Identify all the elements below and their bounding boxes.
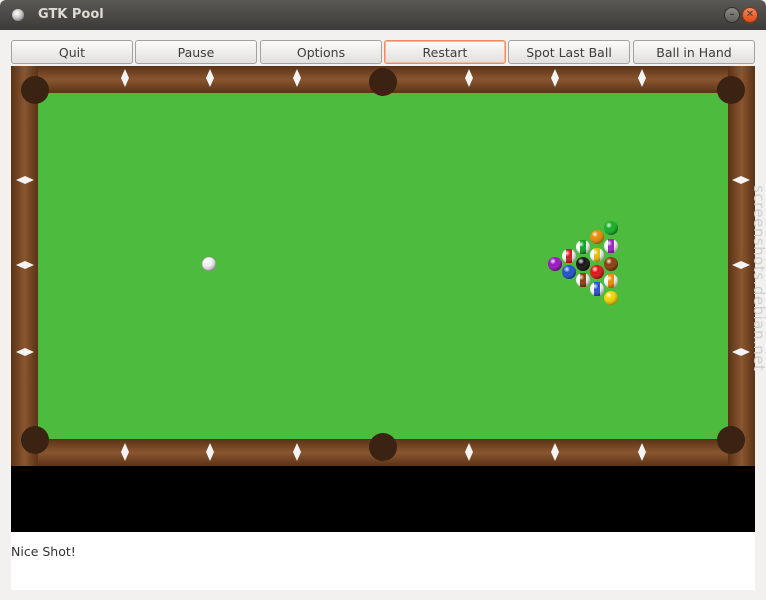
ball-5[interactable] [590,230,604,244]
window-titlebar: GTK Pool – ✕ [0,0,766,30]
game-canvas[interactable] [11,66,755,532]
pocket-bottom-left [21,426,49,454]
pocket-top-middle [369,68,397,96]
toolbar: Quit Pause Options Restart Spot Last Bal… [11,40,755,64]
quit-button[interactable]: Quit [11,40,133,64]
ball-12[interactable] [604,239,618,253]
minimize-button[interactable]: – [724,7,740,23]
watermark: screenshots.debian.net [750,185,766,372]
ball-4[interactable] [548,257,562,271]
restart-button[interactable]: Restart [384,40,506,64]
app-icon [12,9,24,21]
ball-3[interactable] [590,265,604,279]
status-area: Nice Shot! [11,532,755,590]
pocket-bottom-middle [369,433,397,461]
ball-13[interactable] [604,274,618,288]
close-button[interactable]: ✕ [742,7,758,23]
close-icon: ✕ [745,9,755,20]
ball-1[interactable] [604,291,618,305]
ball-2[interactable] [562,265,576,279]
ball-11[interactable] [562,249,576,263]
pocket-bottom-right [717,426,745,454]
ball-15[interactable] [576,273,590,287]
ball-7[interactable] [604,257,618,271]
status-message: Nice Shot! [11,544,76,559]
spot-last-ball-button[interactable]: Spot Last Ball [508,40,630,64]
pool-table[interactable] [11,66,755,466]
minimize-icon: – [729,9,735,20]
ball-14[interactable] [576,240,590,254]
table-felt[interactable] [38,93,728,439]
options-button[interactable]: Options [260,40,382,64]
window-title: GTK Pool [38,7,104,22]
ball-10[interactable] [590,282,604,296]
ball-6[interactable] [604,221,618,235]
pocket-top-right [717,76,745,104]
pocket-top-left [21,76,49,104]
pause-button[interactable]: Pause [135,40,257,64]
ball-in-hand-button[interactable]: Ball in Hand [633,40,755,64]
ball-8[interactable] [576,257,590,271]
ball-9[interactable] [590,248,604,262]
cue-ball[interactable] [201,256,217,272]
